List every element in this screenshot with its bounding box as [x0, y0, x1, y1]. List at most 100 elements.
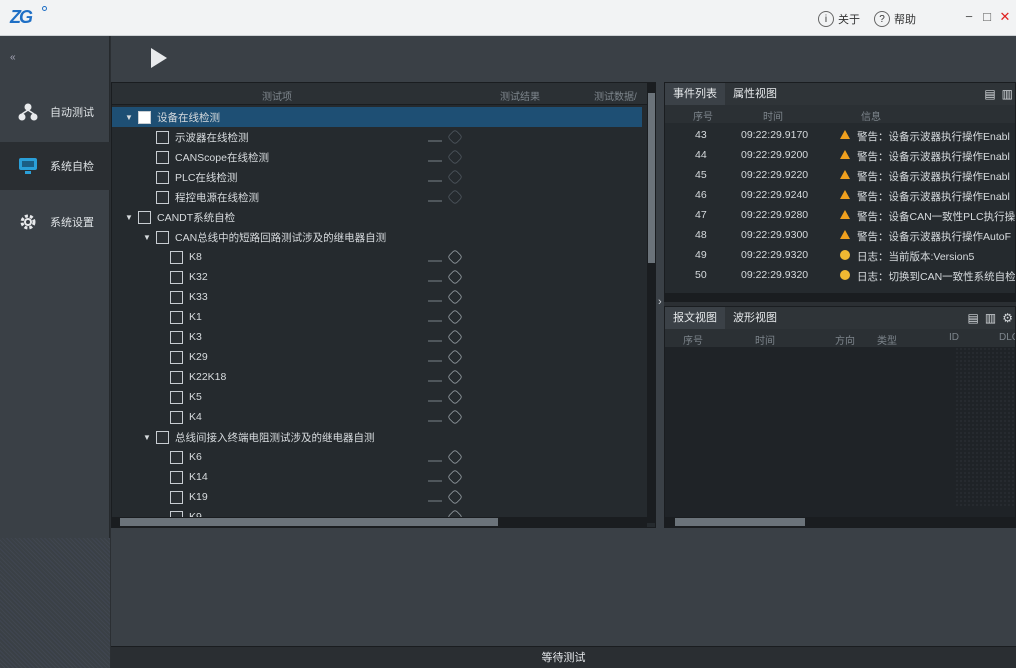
chart-icon [428, 490, 442, 502]
tree-row-label: 设备在线检测 [157, 111, 220, 124]
sidebar-item-settings[interactable]: 系统设置 [0, 198, 110, 246]
collapse-sidebar-icon[interactable]: « [10, 52, 16, 63]
tree-row[interactable]: K1 [112, 307, 642, 327]
tree-row[interactable]: ▼ CANDT系统自检 [112, 207, 642, 227]
checkbox[interactable] [170, 250, 183, 264]
column-header-dlc[interactable]: DLC [999, 332, 1015, 343]
warning-icon [840, 190, 850, 199]
expand-arrow-icon[interactable]: ▼ [142, 233, 152, 242]
event-row[interactable]: 44 09:22:29.9200 警告：设备示波器执行操作Enabl [665, 145, 1015, 165]
checkbox[interactable] [156, 230, 169, 244]
checkbox[interactable] [170, 450, 183, 464]
checkbox[interactable] [156, 150, 169, 164]
delete-icon[interactable]: ▥ [985, 311, 996, 325]
vertical-scroll-thumb[interactable] [648, 93, 655, 263]
settings-icon[interactable]: ⚙ [1002, 311, 1013, 325]
event-row[interactable]: 43 09:22:29.9170 警告：设备示波器执行操作Enabl [665, 125, 1015, 145]
tree-row[interactable]: K6 [112, 447, 642, 467]
tab-packet-view[interactable]: 报文视图 [665, 307, 725, 329]
about-button[interactable]: i 关于 [818, 10, 860, 28]
chart-icon [428, 250, 442, 262]
tree-row[interactable]: PLC在线检测 [112, 167, 642, 187]
play-icon[interactable] [151, 48, 167, 68]
column-header-id[interactable]: ID [949, 332, 959, 343]
column-header-direction[interactable]: 方向 [835, 332, 855, 347]
tree-row[interactable]: 程控电源在线检测 [112, 187, 642, 207]
save-icon[interactable]: ▤ [968, 311, 979, 325]
maximize-icon[interactable]: □ [980, 10, 994, 24]
expand-arrow-icon[interactable]: ▼ [142, 433, 152, 442]
tab-property-view[interactable]: 属性视图 [725, 83, 785, 105]
tree-row[interactable]: ▼ 设备在线检测 [112, 107, 642, 127]
event-row[interactable]: 45 09:22:29.9220 警告：设备示波器执行操作Enabl [665, 165, 1015, 185]
checkbox[interactable] [170, 330, 183, 344]
checkbox[interactable] [170, 470, 183, 484]
tab-waveform-view[interactable]: 波形视图 [725, 307, 785, 329]
event-row[interactable]: 46 09:22:29.9240 警告：设备示波器执行操作Enabl [665, 185, 1015, 205]
expand-arrow-icon[interactable]: ▼ [124, 213, 134, 222]
checkbox[interactable] [138, 210, 151, 224]
minimize-icon[interactable]: − [962, 10, 976, 24]
tree-row[interactable]: ▼ 总线间接入终端电阻测试涉及的继电器自测 [112, 427, 642, 447]
packet-horizontal-scroll-thumb[interactable] [675, 518, 805, 526]
tree-row[interactable]: K3 [112, 327, 642, 347]
event-no: 43 [695, 129, 707, 141]
checkbox[interactable] [170, 350, 183, 364]
checkbox[interactable] [170, 270, 183, 284]
tree-row-label: K22K18 [189, 371, 227, 383]
tree-row[interactable]: K32 [112, 267, 642, 287]
column-header-test-item[interactable]: 测试项 [262, 88, 292, 103]
checkbox[interactable] [170, 290, 183, 304]
tree-row[interactable]: K14 [112, 467, 642, 487]
checkbox[interactable] [170, 410, 183, 424]
event-row[interactable]: 50 09:22:29.9320 日志：切换到CAN一致性系统自检 [665, 265, 1015, 285]
tree-row[interactable]: 示波器在线检测 [112, 127, 642, 147]
tree-row[interactable]: K4 [112, 407, 642, 427]
event-row[interactable]: 49 09:22:29.9320 日志：当前版本:Version5 [665, 245, 1015, 265]
column-header-time[interactable]: 时间 [755, 332, 775, 347]
checkbox[interactable] [156, 190, 169, 204]
tab-event-list[interactable]: 事件列表 [665, 83, 725, 105]
column-header-no[interactable]: 序号 [683, 332, 703, 347]
column-header-no[interactable]: 序号 [693, 108, 713, 123]
checkbox[interactable] [156, 170, 169, 184]
close-icon[interactable]: ✕ [998, 10, 1012, 24]
tree-row[interactable]: K22K18 [112, 367, 642, 387]
chevron-right-icon[interactable]: › [658, 296, 662, 308]
row-status-icons [428, 169, 463, 185]
column-header-info[interactable]: 信息 [861, 108, 881, 123]
help-button[interactable]: ? 帮助 [874, 10, 916, 28]
event-horizontal-scrollbar[interactable] [665, 293, 1015, 301]
checkbox[interactable] [170, 490, 183, 504]
checkbox[interactable] [156, 130, 169, 144]
save-icon[interactable]: ▤ [984, 87, 995, 101]
event-row[interactable]: 48 09:22:29.9300 警告：设备示波器执行操作AutoF [665, 225, 1015, 245]
checkbox[interactable] [156, 430, 169, 444]
tree-row[interactable]: CANScope在线检测 [112, 147, 642, 167]
horizontal-scroll-thumb[interactable] [120, 518, 498, 526]
column-header-time[interactable]: 时间 [763, 108, 783, 123]
app-logo: ZG [10, 7, 33, 27]
tree-row[interactable]: ▼ CAN总线中的短路回路测试涉及的继电器自测 [112, 227, 642, 247]
checkbox[interactable] [138, 110, 151, 124]
checkbox[interactable] [170, 370, 183, 384]
expand-arrow-icon[interactable]: ▼ [124, 113, 134, 122]
column-header-type[interactable]: 类型 [877, 332, 897, 347]
event-message: 警告：设备示波器执行操作Enabl [857, 151, 1010, 163]
sidebar-item-self-check[interactable]: 系统自检 [0, 142, 110, 190]
sidebar-item-auto-test[interactable]: 自动测试 [0, 88, 110, 136]
tree-row[interactable]: K19 [112, 487, 642, 507]
checkbox[interactable] [170, 390, 183, 404]
column-header-test-result[interactable]: 测试结果 [500, 88, 540, 103]
tree-row[interactable]: K8 [112, 247, 642, 267]
tree-row[interactable]: K5 [112, 387, 642, 407]
column-header-test-data[interactable]: 测试数据/ [594, 88, 637, 103]
pending-status-icon [447, 489, 463, 505]
checkbox[interactable] [170, 310, 183, 324]
event-row[interactable]: 47 09:22:29.9280 警告：设备CAN一致性PLC执行操 [665, 205, 1015, 225]
sidebar: « 自动测试 系统自检 系统设置 [0, 36, 110, 668]
tree-row[interactable]: K29 [112, 347, 642, 367]
tree-row[interactable]: K33 [112, 287, 642, 307]
event-time: 09:22:29.9220 [741, 169, 809, 181]
delete-icon[interactable]: ▥ [1002, 87, 1013, 101]
